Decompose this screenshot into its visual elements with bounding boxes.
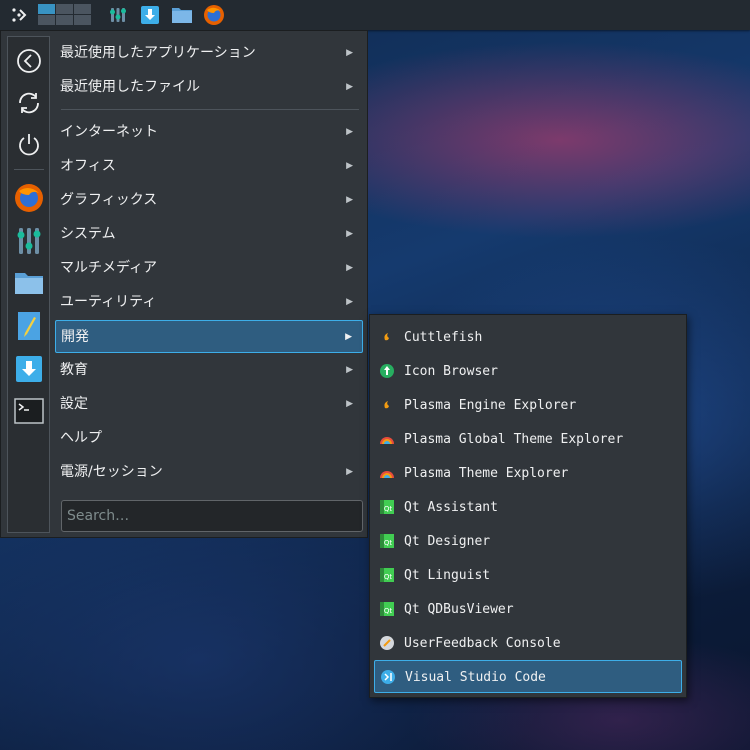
- cuttlefish-icon: [384, 333, 389, 341]
- chevron-right-icon: ▶: [346, 161, 353, 171]
- submenu-item-qt-qdbusviewer[interactable]: Qt Qt QDBusViewer: [374, 593, 682, 626]
- icon-browser-icon: [380, 364, 394, 378]
- chevron-right-icon: ▶: [346, 48, 353, 58]
- application-menu: 最近使用したアプリケーション ▶ 最近使用したファイル ▶ インターネット ▶ オフィ…: [0, 30, 368, 538]
- virtual-desktop-pager[interactable]: [38, 4, 92, 26]
- plasma-theme-icon: [380, 471, 394, 478]
- power-icon[interactable]: [8, 127, 49, 163]
- desktop-4[interactable]: [38, 15, 55, 25]
- file-manager-icon[interactable]: [170, 3, 194, 27]
- chevron-right-icon: ▶: [346, 82, 353, 92]
- menu-item-development[interactable]: 開発 ▶: [55, 320, 363, 353]
- submenu-item-plasma-global-theme-explorer[interactable]: Plasma Global Theme Explorer: [374, 423, 682, 456]
- menu-item-settings[interactable]: 設定 ▶: [55, 388, 363, 421]
- submenu-item-icon-browser[interactable]: Icon Browser: [374, 355, 682, 388]
- mixer-icon[interactable]: [8, 223, 49, 259]
- menu-item-multimedia[interactable]: マルチメディア ▶: [55, 252, 363, 285]
- menu-item-power-session[interactable]: 電源/セッション ▶: [55, 456, 363, 489]
- chevron-right-icon: ▶: [345, 332, 352, 342]
- menu-item-system[interactable]: システム ▶: [55, 218, 363, 251]
- terminal-icon[interactable]: [8, 393, 49, 429]
- submenu-item-qt-designer[interactable]: Qt Qt Designer: [374, 525, 682, 558]
- chevron-right-icon: ▶: [346, 365, 353, 375]
- desktop-2[interactable]: [56, 4, 73, 14]
- chevron-right-icon: ▶: [346, 467, 353, 477]
- menu-item-recent-files[interactable]: 最近使用したファイル ▶: [55, 71, 363, 104]
- menu-item-office[interactable]: オフィス ▶: [55, 150, 363, 183]
- plasma-theme-icon: [380, 437, 394, 444]
- downloader-icon[interactable]: [8, 351, 49, 387]
- submenu-item-qt-assistant[interactable]: Qt Qt Assistant: [374, 491, 682, 524]
- svg-text:Qt: Qt: [384, 607, 393, 615]
- menu-item-help[interactable]: ヘルプ: [55, 422, 363, 455]
- firefox-icon[interactable]: [202, 3, 226, 27]
- menu-item-graphics[interactable]: グラフィックス ▶: [55, 184, 363, 217]
- back-icon[interactable]: [8, 43, 49, 79]
- desktop-6[interactable]: [74, 15, 91, 25]
- svg-text:Qt: Qt: [384, 573, 393, 581]
- desktop-5[interactable]: [56, 15, 73, 25]
- menu-separator: [61, 109, 359, 110]
- sidebar-separator: [14, 169, 44, 170]
- system-settings-icon[interactable]: [106, 3, 130, 27]
- submenu-item-plasma-theme-explorer[interactable]: Plasma Theme Explorer: [374, 457, 682, 490]
- chevron-right-icon: ▶: [346, 297, 353, 307]
- search-input[interactable]: Search…: [61, 500, 363, 532]
- chevron-right-icon: ▶: [346, 127, 353, 137]
- submenu-item-visual-studio-code[interactable]: Visual Studio Code: [374, 660, 682, 693]
- menu-item-recent-apps[interactable]: 最近使用したアプリケーション ▶: [55, 37, 363, 70]
- menu-item-education[interactable]: 教育 ▶: [55, 354, 363, 387]
- chevron-right-icon: ▶: [346, 195, 353, 205]
- svg-text:Qt: Qt: [384, 505, 393, 513]
- submenu-item-qt-linguist[interactable]: Qt Qt Linguist: [374, 559, 682, 592]
- vscode-icon: [381, 670, 395, 684]
- submenu-item-cuttlefish[interactable]: Cuttlefish: [374, 321, 682, 354]
- text-editor-icon[interactable]: [8, 308, 49, 344]
- chevron-right-icon: ▶: [346, 399, 353, 409]
- firefox-icon[interactable]: [8, 180, 49, 216]
- chevron-right-icon: ▶: [346, 229, 353, 239]
- kickoff-launcher-icon[interactable]: [6, 3, 32, 27]
- chevron-right-icon: ▶: [346, 263, 353, 273]
- qt-icon: Qt: [380, 500, 394, 514]
- qt-icon: Qt: [380, 534, 394, 548]
- plasma-engine-icon: [384, 401, 389, 409]
- qt-icon: Qt: [380, 602, 394, 616]
- top-panel: [0, 0, 750, 30]
- submenu-item-userfeedback-console[interactable]: UserFeedback Console: [374, 627, 682, 660]
- qt-icon: Qt: [380, 568, 394, 582]
- folder-icon[interactable]: [8, 265, 49, 301]
- menu-item-internet[interactable]: インターネット ▶: [55, 116, 363, 149]
- svg-text:Qt: Qt: [384, 539, 393, 547]
- desktop-3[interactable]: [74, 4, 91, 14]
- desktop-1[interactable]: [38, 4, 55, 14]
- favorites-sidebar: [7, 36, 50, 533]
- development-submenu: Cuttlefish Icon Browser Plasma Engine Ex…: [369, 314, 687, 698]
- menu-item-utilities[interactable]: ユーティリティ ▶: [55, 286, 363, 319]
- refresh-icon[interactable]: [8, 85, 49, 121]
- downloader-icon[interactable]: [138, 3, 162, 27]
- userfeedback-icon: [380, 636, 394, 650]
- submenu-item-plasma-engine-explorer[interactable]: Plasma Engine Explorer: [374, 389, 682, 422]
